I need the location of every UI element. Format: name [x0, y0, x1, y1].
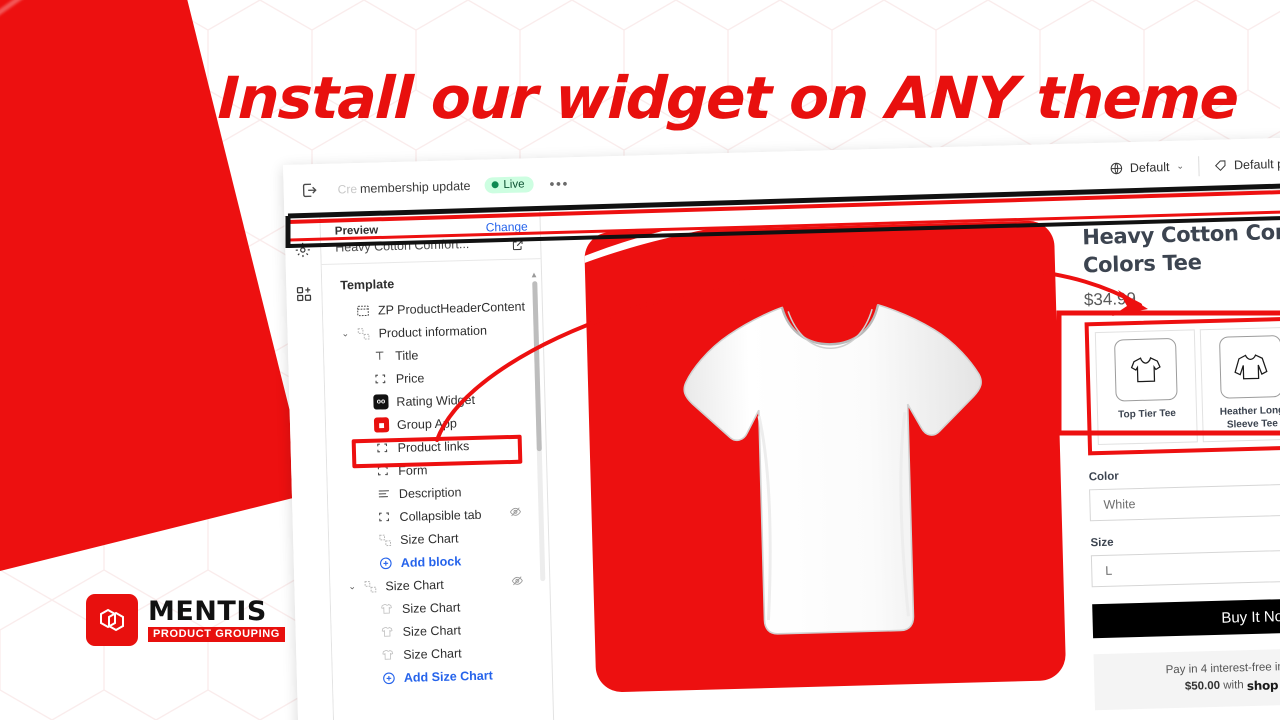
- longsleeve-icon: [1218, 335, 1280, 399]
- product-selector[interactable]: Default product ⌄: [1199, 155, 1280, 173]
- hidden-eye-icon[interactable]: [511, 575, 523, 590]
- blocks-icon: [361, 579, 378, 593]
- option-select-size[interactable]: L: [1090, 546, 1280, 588]
- tree-node-label: Description: [398, 484, 462, 501]
- preview-value: Heavy Cotton Comfort...: [335, 236, 470, 255]
- shoppay-line1: Pay in 4 interest-free installments for: [1165, 659, 1280, 677]
- app-icon: oo: [372, 394, 389, 410]
- status-badge-label: Live: [503, 177, 525, 191]
- section-icon: [354, 303, 371, 317]
- shop-pay-installments-banner: Pay in 4 interest-free installments for …: [1093, 645, 1280, 711]
- add-blocks-icon[interactable]: [295, 284, 313, 302]
- shoppay-amount: $50.00: [1184, 679, 1221, 693]
- page-title: Install our widget on ANY theme: [216, 64, 1239, 132]
- chevron-down-icon: ⌄: [1176, 160, 1185, 171]
- panel-streak: [0, 0, 174, 215]
- block-icon: [372, 372, 389, 385]
- tree-node-label: Size Chart: [401, 599, 461, 616]
- tshirt-icon: [1114, 337, 1178, 402]
- text-icon: [371, 349, 388, 362]
- variant-card[interactable]: Heather Long Sleeve Tee: [1199, 326, 1280, 443]
- paragraph-icon: [375, 487, 392, 501]
- variant-name: Top Tier Tee: [1118, 407, 1177, 421]
- white-tshirt-image: [683, 303, 982, 635]
- blocks-icon: [354, 326, 371, 340]
- option-label-color: Color: [1088, 470, 1119, 484]
- more-options-button[interactable]: •••: [549, 175, 569, 192]
- change-preview-link[interactable]: Change: [486, 219, 528, 234]
- tree-node-label: Size Chart: [385, 577, 444, 593]
- product-title: Heavy Cotton Comfort Colors Tee: [1081, 218, 1280, 278]
- tree-node-label: Size Chart: [399, 530, 459, 547]
- scroll-up-arrow-icon[interactable]: ▲: [530, 270, 538, 279]
- shoppay-with: with: [1223, 679, 1244, 692]
- chevron-down-icon[interactable]: ⌄: [341, 328, 353, 339]
- status-dot-icon: [491, 181, 499, 189]
- tree-node-label: Price: [395, 370, 425, 386]
- option-select-color[interactable]: White: [1089, 480, 1280, 522]
- variant-card[interactable]: Top Tier Tee: [1094, 329, 1198, 446]
- tree-node-label: Add block: [400, 553, 462, 570]
- variant-name: Heather Long Sleeve Tee: [1219, 405, 1280, 431]
- option-label-size: Size: [1090, 536, 1114, 550]
- tree-node-label: Rating Widget: [396, 392, 476, 409]
- shirt-icon: [379, 648, 396, 661]
- plus-circle-icon: [380, 671, 397, 685]
- mentis-hexagon-icon: [86, 594, 138, 646]
- topbar-prefix: Cre: [337, 181, 358, 197]
- product-price: $34.99: [1083, 288, 1137, 310]
- product-image-stage: [583, 220, 1067, 693]
- topbar-selectors: Default ⌄ Default product ⌄: [1095, 152, 1280, 179]
- tree-node-label: Size Chart: [403, 645, 462, 662]
- tree-node-label: Collapsible tab: [399, 507, 482, 524]
- brand-name: MENTIS: [148, 596, 267, 627]
- chevron-down-icon[interactable]: ⌄: [348, 581, 360, 592]
- hidden-eye-icon[interactable]: [509, 506, 521, 521]
- shop-pay-logo: shop Pay: [1247, 676, 1280, 696]
- status-badge: Live: [484, 175, 534, 194]
- theme-editor-window: Cre membership update Live ••• Default ⌄…: [283, 135, 1280, 720]
- document-name[interactable]: membership update: [360, 178, 471, 195]
- group-app-variant-widget: Top Tier Tee Heather Long Sleeve Tee: [1084, 313, 1280, 456]
- market-selector-label: Default: [1129, 159, 1170, 175]
- shirt-icon: [378, 625, 395, 638]
- panel-streak: [0, 0, 186, 88]
- mentis-app-icon: ◼: [373, 417, 390, 433]
- preview-canvas: Heavy Cotton Comfort Colors Tee $34.99 T…: [541, 187, 1280, 720]
- product-detail-panel: Heavy Cotton Comfort Colors Tee $34.99 T…: [1082, 214, 1280, 720]
- tree-node-add-size-chart[interactable]: Add Size Chart: [333, 662, 553, 691]
- open-external-icon[interactable]: [511, 239, 524, 257]
- exit-icon[interactable]: [299, 180, 320, 201]
- tree-node-label: ZP ProductHeaderContent: [377, 299, 526, 317]
- shoppay-wordmark: shop: [1246, 678, 1279, 694]
- product-selector-label: Default product: [1233, 155, 1280, 172]
- shirt-icon: [378, 602, 395, 615]
- brand-logo: MENTIS PRODUCT GROUPING: [86, 594, 285, 646]
- tree-node-label: Product information: [378, 323, 488, 340]
- tree-node-label: Size Chart: [402, 622, 462, 639]
- group-app-highlight-box: [351, 434, 523, 469]
- market-selector[interactable]: Default ⌄: [1095, 159, 1198, 176]
- globe-icon: [1110, 162, 1122, 174]
- buy-it-now-button[interactable]: Buy It Now: [1092, 595, 1280, 639]
- tree-node-label: Group App: [396, 415, 457, 432]
- block-icon: [375, 510, 392, 523]
- tree-node-label: Title: [395, 347, 419, 363]
- tag-icon: [1214, 159, 1226, 171]
- blocks-icon: [376, 533, 393, 547]
- preview-header: Preview Heavy Cotton Comfort... Change: [320, 210, 541, 265]
- template-tree: Template ZP ProductHeaderContent ⌄ Product…: [322, 259, 554, 720]
- settings-icon[interactable]: [294, 240, 312, 258]
- brand-tagline: PRODUCT GROUPING: [148, 627, 285, 642]
- tree-node-label: Add Size Chart: [403, 668, 493, 685]
- plus-circle-icon: [377, 556, 394, 570]
